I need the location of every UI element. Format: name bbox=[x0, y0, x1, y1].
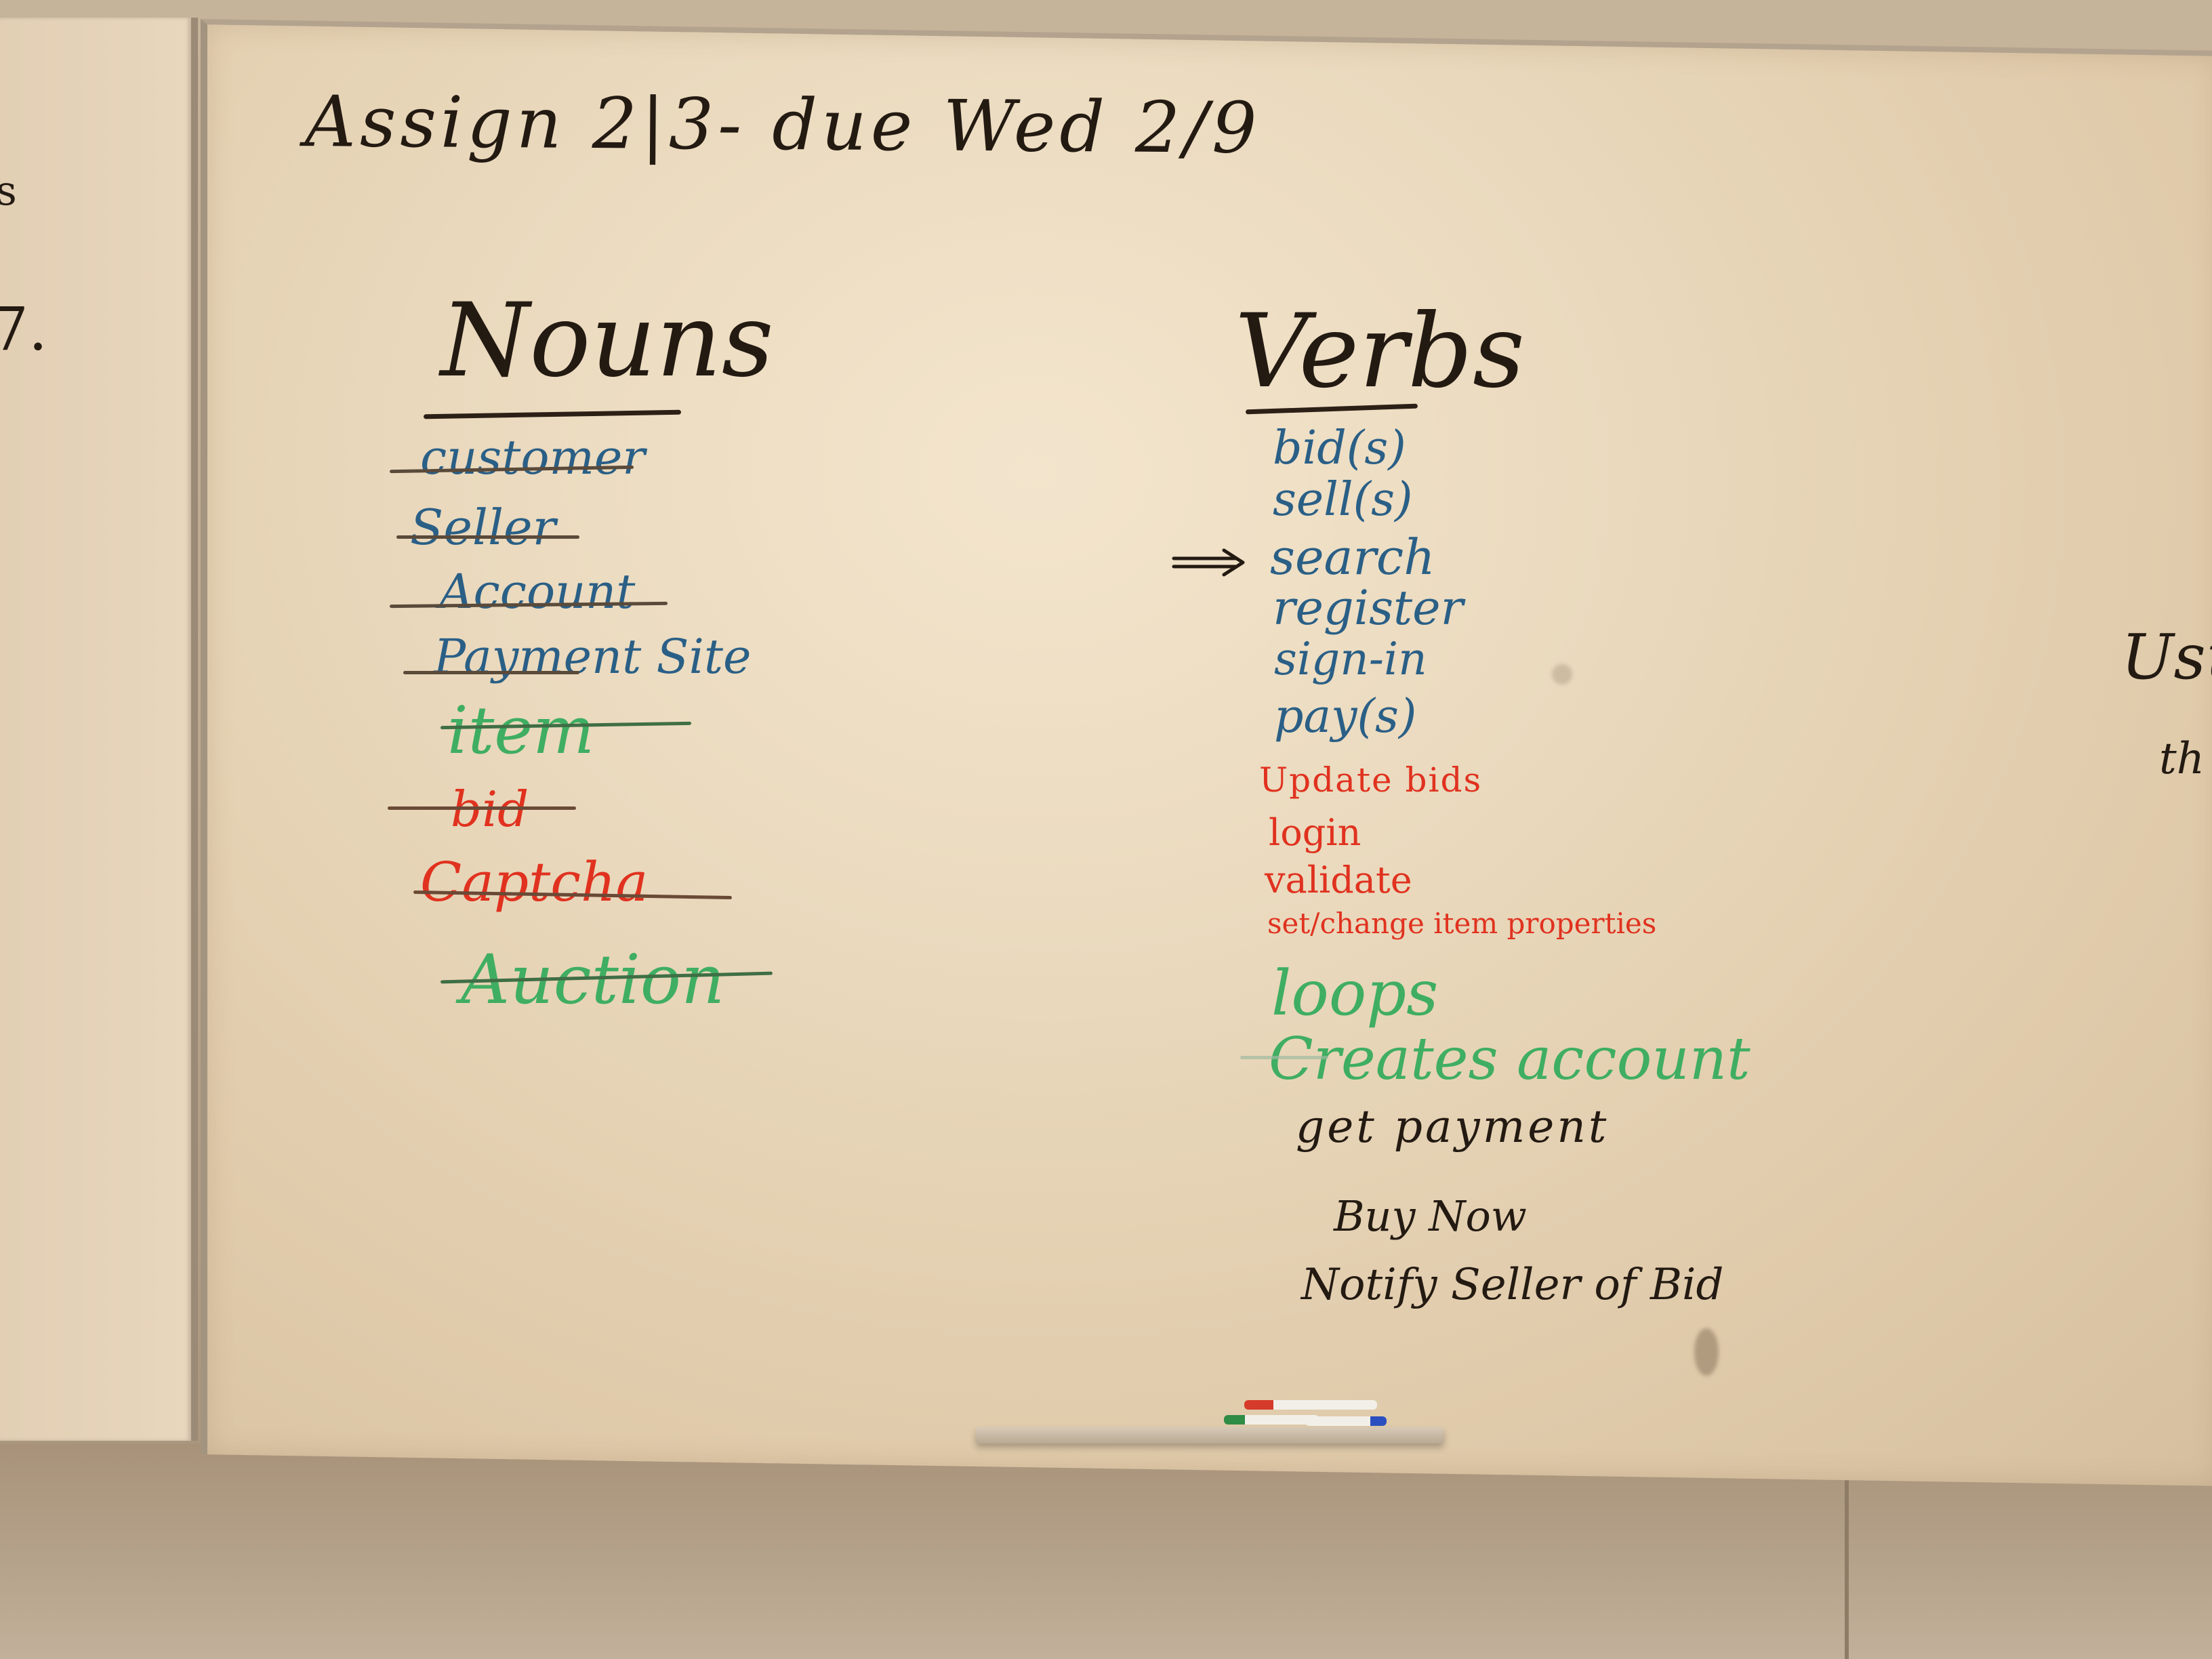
verb-item: search bbox=[1270, 529, 1435, 586]
noun-item: customer bbox=[420, 430, 645, 485]
verb-item: register bbox=[1273, 580, 1464, 636]
left-whiteboard-panel: s 7. bbox=[0, 18, 198, 1441]
noun-item: Account bbox=[439, 564, 636, 619]
right-edge-fragment-1: Usu bbox=[2121, 621, 2212, 693]
noun-item: Seller bbox=[410, 499, 556, 556]
left-fragment-1: s bbox=[0, 167, 17, 215]
left-fragment-2: 7. bbox=[0, 294, 47, 364]
verb-item: Notify Seller of Bid bbox=[1301, 1260, 1724, 1310]
strikethrough-line bbox=[396, 535, 579, 539]
ink-smudge bbox=[1552, 664, 1572, 684]
strikethrough-line bbox=[388, 806, 576, 810]
verbs-heading: Verbs bbox=[1235, 293, 1525, 411]
verb-item: loops bbox=[1271, 957, 1439, 1029]
strikethrough-line bbox=[403, 671, 579, 674]
verb-item: Creates account bbox=[1269, 1025, 1750, 1093]
green-marker[interactable] bbox=[1224, 1415, 1319, 1425]
blue-marker[interactable] bbox=[1305, 1416, 1387, 1426]
red-marker[interactable] bbox=[1244, 1400, 1377, 1410]
verb-item: Update bids bbox=[1259, 760, 1483, 800]
verb-item: bid(s) bbox=[1273, 422, 1406, 475]
ink-smudge bbox=[1694, 1328, 1719, 1376]
verb-item: Buy Now bbox=[1334, 1191, 1527, 1241]
assignment-header: Assign 2|3- due Wed 2/9 bbox=[304, 80, 1261, 169]
nouns-heading: Nouns bbox=[441, 282, 774, 400]
right-edge-fragment-2: th bbox=[2159, 734, 2205, 784]
verb-item: sign-in bbox=[1274, 633, 1427, 685]
verb-item: pay(s) bbox=[1274, 690, 1417, 743]
verb-item: get payment bbox=[1296, 1101, 1610, 1153]
verb-item: login bbox=[1269, 811, 1361, 854]
strikethrough-line bbox=[1240, 1056, 1328, 1059]
verb-item: set/change item properties bbox=[1267, 907, 1657, 940]
noun-item: Captcha bbox=[420, 851, 649, 914]
verb-item: validate bbox=[1265, 859, 1412, 901]
arrow-icon bbox=[1172, 548, 1245, 577]
noun-item: item bbox=[447, 693, 595, 769]
marker-tray bbox=[976, 1427, 1443, 1443]
verb-item: sell(s) bbox=[1273, 473, 1413, 527]
